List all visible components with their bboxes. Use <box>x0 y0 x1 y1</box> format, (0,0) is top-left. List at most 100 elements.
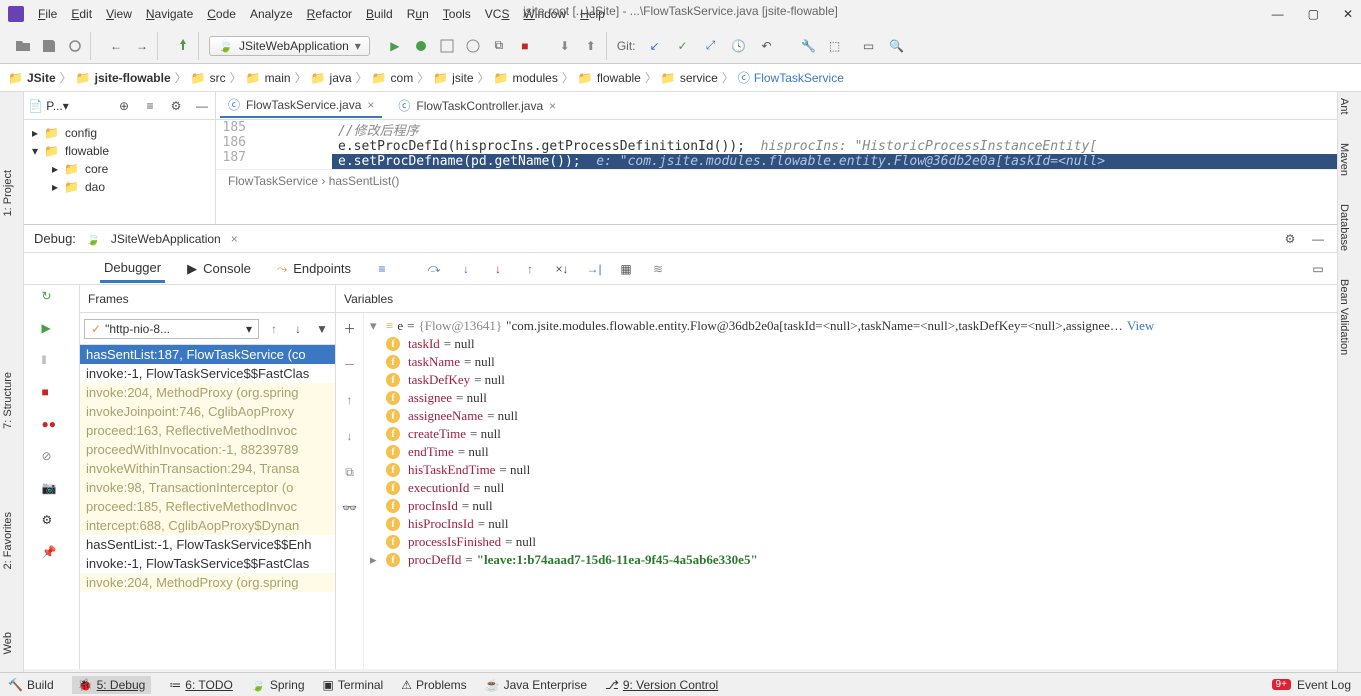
crumb-item[interactable]: 📁service <box>661 71 718 85</box>
variable-field[interactable]: fassigneeName = null <box>370 407 1331 425</box>
status-spring[interactable]: 🍃 Spring <box>251 678 305 692</box>
frame-item[interactable]: invoke:204, MethodProxy (org.spring <box>80 573 335 592</box>
threads-button[interactable]: ≡ <box>373 260 391 278</box>
tasks-button[interactable]: ▭ <box>860 37 878 55</box>
status-todo[interactable]: ≔ 6: TODO <box>169 678 233 692</box>
force-step-into-button[interactable]: ↓ <box>489 260 507 278</box>
variable-field[interactable]: fprocessIsFinished = null <box>370 533 1331 551</box>
sidebar-project[interactable]: 1: Project <box>2 170 14 216</box>
frame-item[interactable]: invoke:-1, FlowTaskService$$FastClas <box>80 364 335 383</box>
status-build[interactable]: 🔨 Build <box>8 678 54 692</box>
menu-vcs[interactable]: VCS <box>485 7 510 21</box>
coverage-button[interactable] <box>438 37 456 55</box>
structure-breadcrumb[interactable]: FlowTaskService › hasSentList() <box>216 169 1337 192</box>
menu-run[interactable]: Run <box>407 7 429 21</box>
new-watch-button[interactable]: ＋ <box>341 319 359 337</box>
menu-navigate[interactable]: Navigate <box>146 7 193 21</box>
sidebar-database[interactable]: Database <box>1338 204 1350 251</box>
frame-item[interactable]: intercept:688, CglibAopProxy$Dynan <box>80 516 335 535</box>
status-java-enterprise[interactable]: ☕ Java Enterprise <box>485 678 587 692</box>
project-structure-button[interactable]: ⬚ <box>826 37 844 55</box>
variable-field[interactable]: fexecutionId = null <box>370 479 1331 497</box>
debug-button[interactable] <box>412 37 430 55</box>
frame-item[interactable]: hasSentList:187, FlowTaskService (co <box>80 345 335 364</box>
stop-button[interactable]: ■ <box>516 37 534 55</box>
watches-button[interactable]: 👓 <box>341 499 359 517</box>
menu-analyze[interactable]: Analyze <box>250 7 293 21</box>
locate-file-button[interactable]: ⊕ <box>115 97 133 115</box>
rerun-button[interactable]: ↻ <box>42 289 62 309</box>
settings-button[interactable]: ⚙ <box>42 513 62 533</box>
close-button[interactable]: ✕ <box>1343 7 1353 21</box>
frame-item[interactable]: proceedWithInvocation:-1, 88239789 <box>80 440 335 459</box>
git-history-button[interactable]: 🕓 <box>730 37 748 55</box>
frame-item[interactable]: proceed:163, ReflectiveMethodInvoc <box>80 421 335 440</box>
menu-refactor[interactable]: Refactor <box>307 7 352 21</box>
attach-button[interactable]: ⧉ <box>490 37 508 55</box>
git-compare-button[interactable]: ⤢ <box>702 37 720 55</box>
menu-build[interactable]: Build <box>366 7 393 21</box>
step-over-button[interactable]: ⤼ <box>425 260 443 278</box>
menu-view[interactable]: View <box>106 7 132 21</box>
variable-field[interactable]: fcreateTime = null <box>370 425 1331 443</box>
crumb-item[interactable]: ⓒ FlowTaskService <box>738 69 844 86</box>
crumb-item[interactable]: 📁src <box>191 71 226 85</box>
trace-button[interactable]: ≋ <box>649 260 667 278</box>
settings-button[interactable]: 🔧 <box>800 37 818 55</box>
variable-field[interactable]: fprocInsId = null <box>370 497 1331 515</box>
variable-field[interactable]: fhisTaskEndTime = null <box>370 461 1331 479</box>
expand-all-button[interactable]: ≡ <box>141 97 159 115</box>
variable-field[interactable]: fendTime = null <box>370 443 1331 461</box>
status-version-control[interactable]: ⎇ 9: Version Control <box>605 678 718 692</box>
tree-item[interactable]: ▸ 📁 config <box>24 124 215 142</box>
crumb-item[interactable]: 📁main <box>246 71 291 85</box>
prev-frame-button[interactable]: ↑ <box>265 320 283 338</box>
tab-console[interactable]: ▶Console <box>183 255 255 283</box>
event-log-button[interactable]: Event Log <box>1297 678 1351 692</box>
snapshot-button[interactable]: 📷 <box>42 481 62 501</box>
view-breakpoints-button[interactable]: ●● <box>42 417 62 437</box>
menu-file[interactable]: FFileile <box>38 7 57 21</box>
frame-item[interactable]: invoke:98, TransactionInterceptor (o <box>80 478 335 497</box>
variable-field[interactable]: fassignee = null <box>370 389 1331 407</box>
frame-item[interactable]: hasSentList:-1, FlowTaskService$$Enh <box>80 535 335 554</box>
crumb-item[interactable]: 📁jsite <box>433 71 473 85</box>
crumb-item[interactable]: 📁java <box>311 71 352 85</box>
vcs-update-button[interactable]: ⬇ <box>556 37 574 55</box>
status-problems[interactable]: ⚠ Problems <box>401 678 466 692</box>
sidebar-web[interactable]: Web <box>2 632 14 654</box>
layout-button[interactable]: ▭ <box>1309 260 1327 278</box>
filter-button[interactable]: ▼ <box>313 320 331 338</box>
view-link[interactable]: View <box>1127 318 1154 334</box>
variable-field[interactable]: ▸fprocDefId = "leave:1:b74aaad7-15d6-11e… <box>370 551 1331 569</box>
settings-gear-icon[interactable]: ⚙ <box>167 97 185 115</box>
variable-field[interactable]: fhisProcInsId = null <box>370 515 1331 533</box>
sync-button[interactable] <box>66 37 84 55</box>
git-revert-button[interactable]: ↶ <box>758 37 776 55</box>
frame-item[interactable]: invoke:204, MethodProxy (org.spring <box>80 383 335 402</box>
hide-button[interactable]: — <box>1309 230 1327 248</box>
frame-item[interactable]: proceed:185, ReflectiveMethodInvoc <box>80 497 335 516</box>
close-icon[interactable]: × <box>231 232 238 246</box>
run-to-cursor-button[interactable]: →| <box>585 260 603 278</box>
search-everywhere-button[interactable]: 🔍 <box>888 37 906 55</box>
save-button[interactable] <box>40 37 58 55</box>
crumb-item[interactable]: 📁flowable <box>578 71 641 85</box>
forward-button[interactable]: → <box>133 37 151 55</box>
back-button[interactable]: ← <box>107 37 125 55</box>
variable-field[interactable]: ftaskDefKey = null <box>370 371 1331 389</box>
step-into-button[interactable]: ↓ <box>457 260 475 278</box>
run-button[interactable]: ▶ <box>386 37 404 55</box>
tree-item[interactable]: ▸ 📁 dao <box>24 178 215 196</box>
git-commit-button[interactable]: ✓ <box>674 37 692 55</box>
sidebar-favorites[interactable]: 2: Favorites <box>2 512 14 569</box>
crumb-item[interactable]: 📁jsite-flowable <box>76 71 171 85</box>
variable-field[interactable]: ftaskId = null <box>370 335 1331 353</box>
close-icon[interactable]: × <box>549 99 556 113</box>
move-down-button[interactable]: ↓ <box>341 427 359 445</box>
hide-button[interactable]: — <box>193 97 211 115</box>
settings-gear-icon[interactable]: ⚙ <box>1281 230 1299 248</box>
tab-endpoints[interactable]: ⤳Endpoints <box>273 255 355 283</box>
drop-frame-button[interactable]: ×↓ <box>553 260 571 278</box>
move-up-button[interactable]: ↑ <box>341 391 359 409</box>
